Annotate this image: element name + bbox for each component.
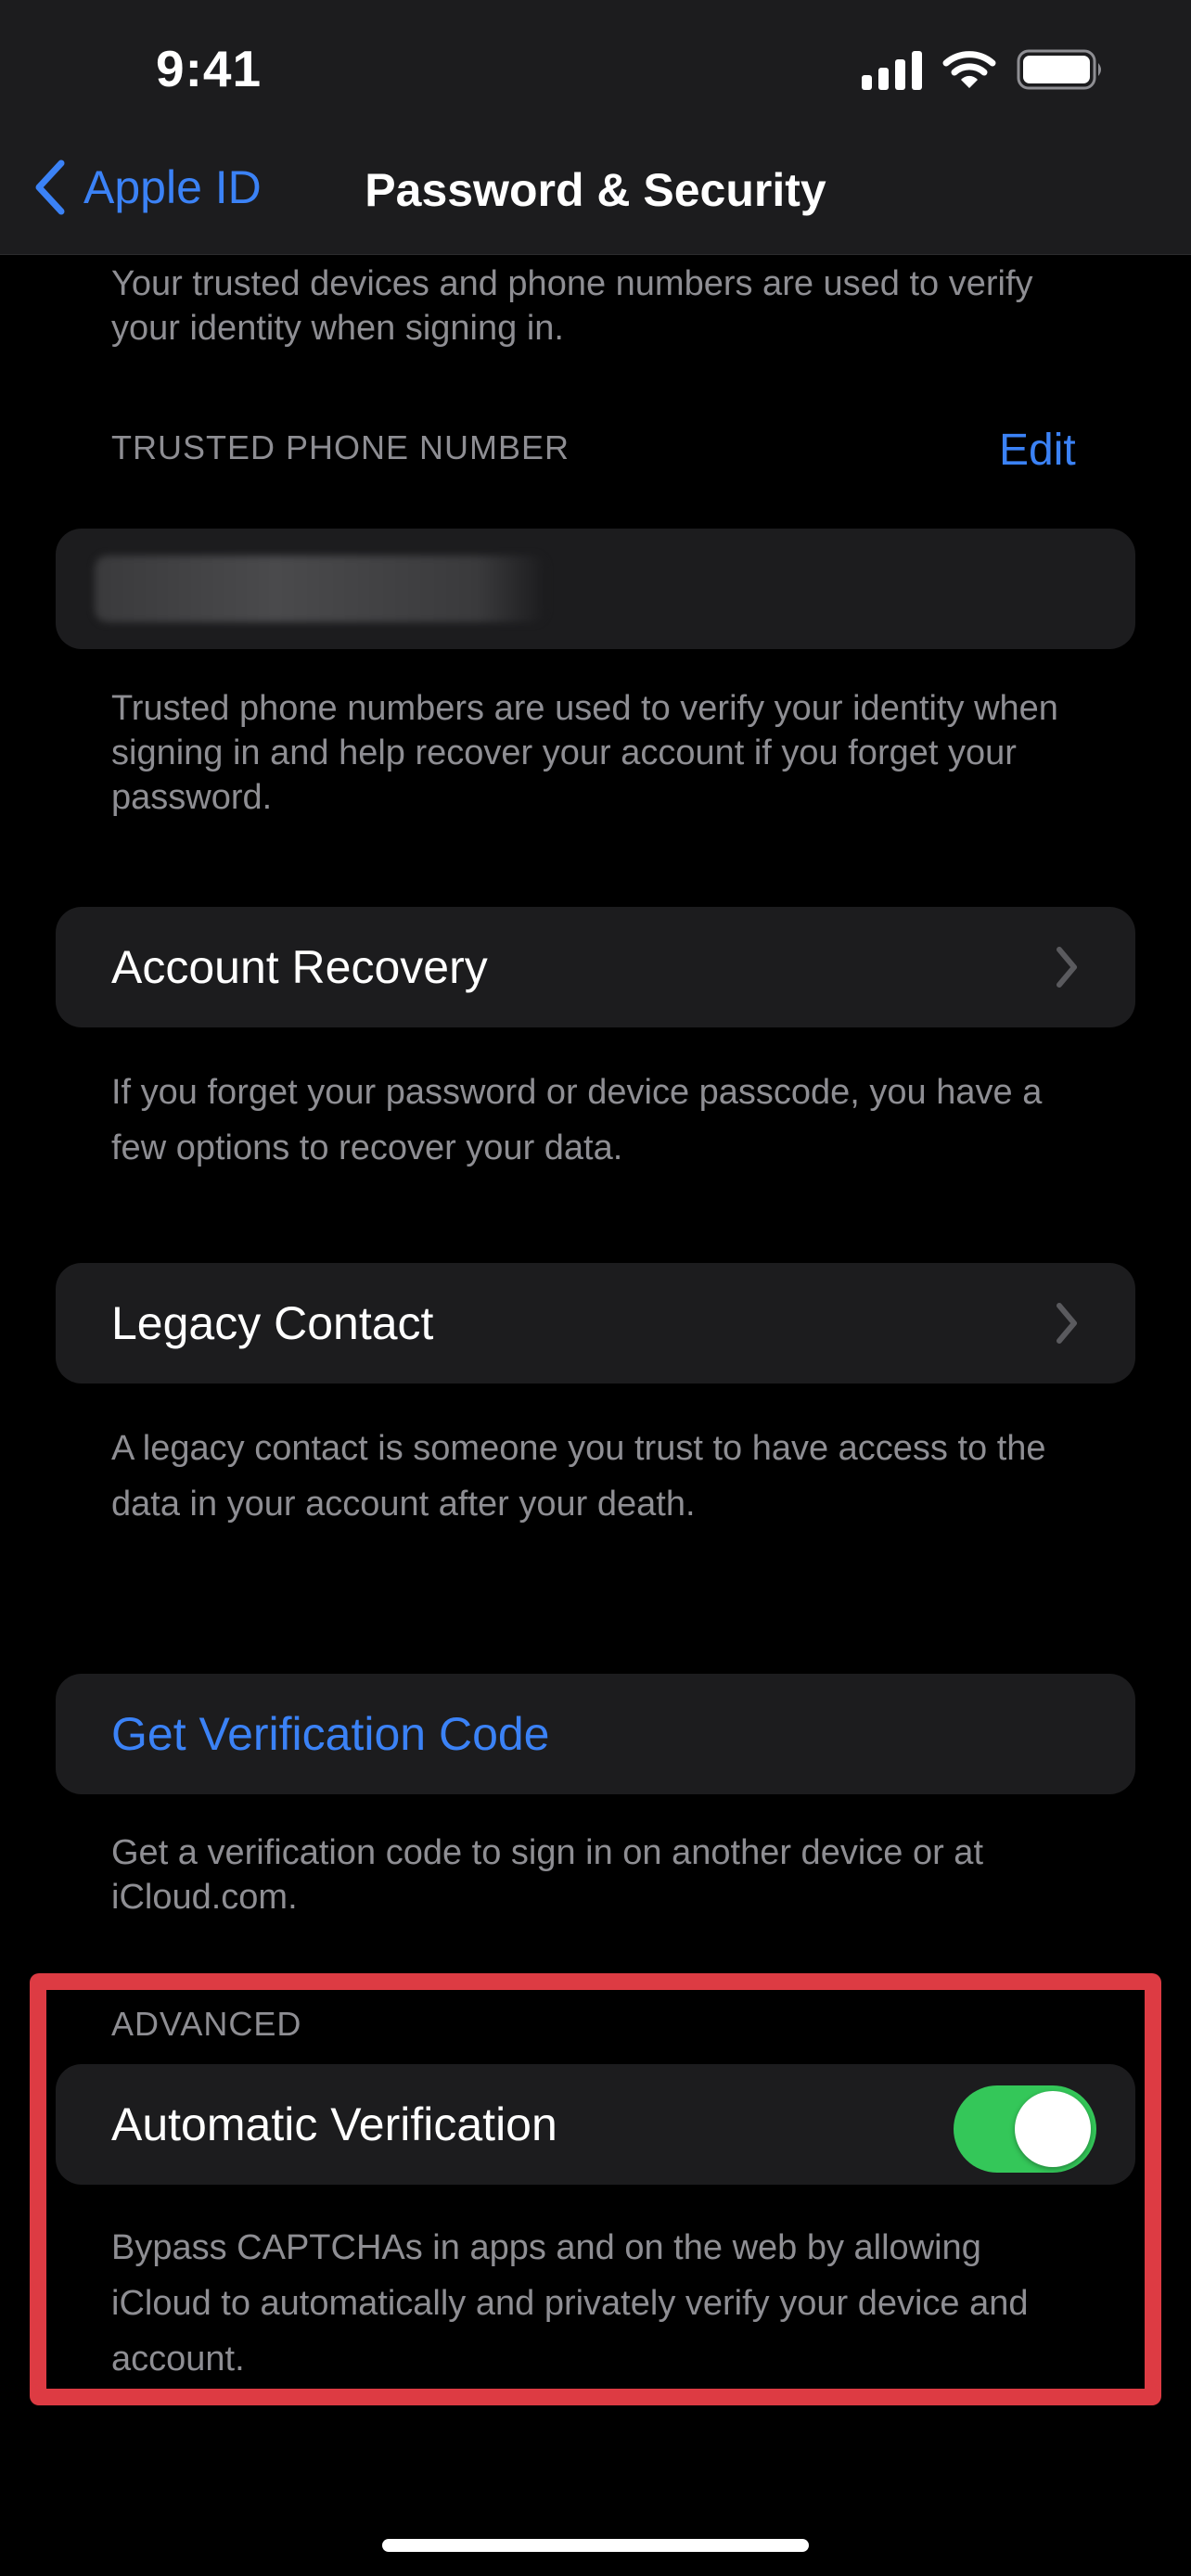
- edit-button[interactable]: Edit: [999, 425, 1076, 476]
- home-indicator[interactable]: [382, 2539, 809, 2552]
- legacy-contact-footer: A legacy contact is someone you trust to…: [111, 1429, 1046, 1524]
- account-recovery-footer: If you forget your password or device pa…: [111, 1073, 1043, 1167]
- battery-icon: [1017, 49, 1101, 90]
- cellular-signal-icon: [862, 49, 922, 90]
- status-icons: [862, 48, 1106, 91]
- legacy-contact-cell[interactable]: Legacy Contact: [56, 1263, 1135, 1384]
- legacy-contact-label: Legacy Contact: [111, 1297, 434, 1349]
- intro-text: Your trusted devices and phone numbers a…: [111, 264, 1033, 348]
- get-verification-code-cell[interactable]: Get Verification Code: [56, 1674, 1135, 1794]
- chevron-right-icon: [1057, 947, 1077, 988]
- highlight-annotation: [30, 1973, 1161, 2405]
- trusted-phone-header: TRUSTED PHONE NUMBER: [111, 428, 570, 466]
- top-bar: 9:41 Apple ID Password & Security: [0, 0, 1191, 255]
- status-time: 9:41: [156, 40, 263, 97]
- chevron-right-icon: [1057, 1303, 1077, 1344]
- account-recovery-cell[interactable]: Account Recovery: [56, 907, 1135, 1027]
- trusted-phone-cell[interactable]: [56, 529, 1135, 649]
- redacted-phone-number: [95, 555, 545, 622]
- account-recovery-label: Account Recovery: [111, 941, 488, 993]
- trusted-phone-footer: Trusted phone numbers are used to verify…: [111, 689, 1058, 817]
- get-verification-code-label: Get Verification Code: [111, 1708, 550, 1760]
- wifi-icon: [942, 51, 996, 88]
- verification-code-footer: Get a verification code to sign in on an…: [111, 1833, 983, 1917]
- page-title: Password & Security: [365, 164, 826, 216]
